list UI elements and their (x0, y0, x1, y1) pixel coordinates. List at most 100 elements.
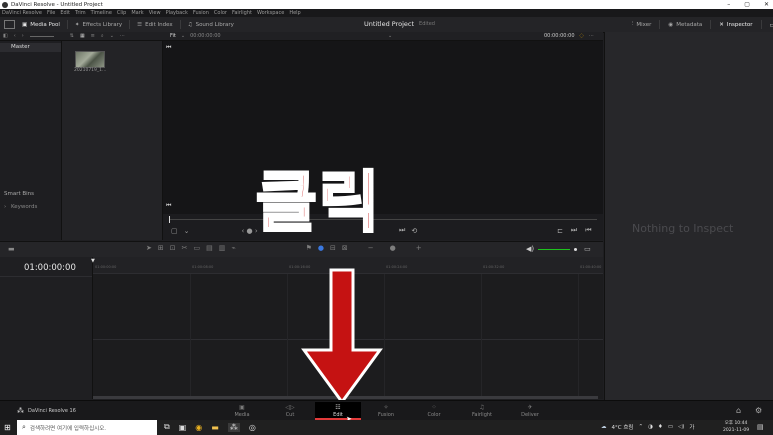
marker-icon[interactable]: ● (318, 244, 324, 252)
davinci-resolve-taskbar-icon[interactable]: ⁂ (227, 422, 240, 432)
zoom-detail-icon[interactable]: ⊠ (342, 244, 348, 252)
tray-chevron-up-icon[interactable]: ⌃ (638, 424, 643, 430)
weather-label[interactable]: 4°C 흐림 (612, 423, 634, 431)
chevron-down-icon[interactable]: ⌄ (110, 33, 114, 39)
audio-meter-icon[interactable]: ▭ (584, 245, 591, 253)
zoom-slider-icon[interactable]: ● (390, 244, 396, 252)
menu-help[interactable]: Help (289, 10, 300, 16)
menu-clip[interactable]: Clip (117, 10, 126, 16)
menu-fusion[interactable]: Fusion (193, 10, 209, 16)
sound-library-button[interactable]: ♫ Sound Library (188, 22, 234, 28)
next-clip-icon[interactable]: ⏭ (399, 226, 405, 235)
volume-icon[interactable]: ◁) (678, 424, 684, 430)
panel-toggle-icon[interactable] (4, 20, 15, 29)
replace-clip-icon[interactable]: ▥ (219, 244, 226, 252)
timeline-view-options-icon[interactable]: ▬ (8, 245, 15, 253)
search-icon[interactable]: ⌕ (101, 33, 104, 39)
timeline-viewer[interactable]: ⏮ ⏮ (163, 41, 603, 214)
thumbnail-view-icon[interactable]: ▦ (80, 33, 85, 39)
zoom-out-icon[interactable]: − (368, 244, 374, 252)
language-icon[interactable]: 가 (689, 423, 694, 431)
speaker-icon[interactable]: ◀) (526, 245, 534, 253)
file-explorer-icon[interactable]: ▬ (211, 423, 219, 432)
playhead-marker[interactable]: ▼ (91, 258, 95, 264)
selection-tool-icon[interactable]: ➤ (146, 244, 152, 252)
menu-timeline[interactable]: Timeline (91, 10, 112, 16)
more-options-icon[interactable]: ··· (120, 33, 125, 39)
fullscreen-viewer-icon[interactable]: ▭ (770, 21, 773, 29)
flag-icon[interactable]: ⚑ (306, 244, 312, 252)
sort-icon[interactable]: ⇅ (70, 33, 74, 39)
chevron-down-icon[interactable]: ⌄ (181, 33, 185, 39)
network-icon[interactable]: ▭ (668, 424, 673, 430)
inspector-button[interactable]: ✕ Inspector (719, 22, 752, 28)
menu-edit[interactable]: Edit (60, 10, 70, 16)
notification-icon[interactable]: ▤ (757, 423, 764, 431)
weather-icon[interactable]: ☁ (601, 424, 607, 430)
overwrite-clip-icon[interactable]: ▤ (206, 244, 213, 252)
effects-library-button[interactable]: ✦ Effects Library (75, 22, 122, 28)
edit-index-button[interactable]: ☰ Edit Index (137, 22, 172, 28)
more-options-icon[interactable]: ··· (589, 33, 594, 39)
volume-knob[interactable] (574, 247, 578, 251)
menu-playback[interactable]: Playback (166, 10, 188, 16)
zoom-in-icon[interactable]: + (416, 244, 422, 252)
taskbar-search-box[interactable]: ⌕ 검색하려면 여기에 입력하십시오. (17, 420, 157, 435)
chrome-icon[interactable]: ◉ (195, 423, 202, 432)
page-media[interactable]: ▣ Media (219, 402, 265, 420)
zoom-select[interactable]: Fit (170, 33, 176, 39)
chevron-down-icon[interactable]: ⌄ (184, 227, 190, 235)
bin-list-toggle-icon[interactable]: ◧ (3, 33, 8, 39)
snapping-icon[interactable]: ⌁ (231, 244, 235, 252)
settings-gear-icon[interactable]: ⚙ (755, 406, 762, 415)
clip-thumbnail[interactable] (75, 51, 105, 68)
menu-mark[interactable]: Mark (131, 10, 143, 16)
taskbar-clock[interactable]: 오후 10:44 2021-11-09 (723, 420, 749, 434)
mixer-button[interactable]: ⫶ Mixer (632, 21, 651, 28)
smart-bin-keywords[interactable]: › Keywords (4, 204, 37, 210)
menu-color[interactable]: Color (214, 10, 227, 16)
back-icon[interactable]: ‹ (14, 33, 16, 39)
view-options-icon[interactable]: ▢ (171, 227, 178, 235)
page-color[interactable]: ⁘ Color (411, 402, 457, 420)
page-cut[interactable]: ◁▷ Cut (267, 402, 313, 420)
minimize-button[interactable]: – (727, 1, 730, 8)
viewer-dropdown-icon[interactable]: ⌄ (388, 33, 392, 39)
loop-icon[interactable]: ⟲ (411, 227, 417, 235)
page-deliver[interactable]: ✈ Deliver (507, 402, 553, 420)
maximize-button[interactable]: ▢ (744, 1, 750, 8)
task-view-icon[interactable]: ⧉ (164, 422, 170, 432)
menu-davinci-resolve[interactable]: DaVinci Resolve (2, 10, 42, 16)
bin-master[interactable]: Master (0, 43, 61, 52)
menu-trim[interactable]: Trim (75, 10, 86, 16)
menu-workspace[interactable]: Workspace (257, 10, 284, 16)
zoom-full-icon[interactable]: ⊟ (330, 244, 336, 252)
page-fairlight[interactable]: ♫ Fairlight (459, 402, 505, 420)
metadata-button[interactable]: ◉ Metadata (668, 22, 702, 28)
thumbnail-size-slider[interactable] (29, 35, 54, 37)
microphone-icon[interactable]: ♦ (658, 424, 663, 430)
trim-tool-icon[interactable]: ⊞ (158, 244, 164, 252)
forward-icon[interactable]: › (22, 33, 24, 39)
obs-icon[interactable]: ◎ (249, 423, 256, 432)
blade-tool-icon[interactable]: ✂ (182, 244, 188, 252)
menu-fairlight[interactable]: Fairlight (232, 10, 252, 16)
menu-file[interactable]: File (47, 10, 55, 16)
page-edit[interactable]: ☷ Edit (315, 402, 361, 420)
list-view-icon[interactable]: ≡ (91, 33, 95, 39)
windows-start-icon[interactable]: ⊞ (4, 423, 11, 432)
page-fusion[interactable]: ✧ Fusion (363, 402, 409, 420)
playhead-marker[interactable] (169, 216, 170, 223)
media-pool-button[interactable]: ▣ Media Pool (22, 22, 60, 28)
store-icon[interactable]: ▣ (179, 423, 187, 432)
insert-clip-icon[interactable]: ▭ (194, 244, 201, 252)
playhead-scrubber[interactable] (169, 219, 597, 220)
close-button[interactable]: ✕ (764, 1, 769, 8)
tray-app-icon[interactable]: ◑ (648, 424, 653, 430)
go-to-start-icon[interactable]: ⏮ (585, 226, 591, 235)
menu-view[interactable]: View (149, 10, 161, 16)
dynamic-trim-icon[interactable]: ⊡ (170, 244, 176, 252)
home-icon[interactable]: ⌂ (736, 406, 741, 415)
viewer-overlay-icon[interactable]: ◌ (580, 33, 584, 39)
match-frame-icon[interactable]: ⊏ (557, 227, 563, 235)
